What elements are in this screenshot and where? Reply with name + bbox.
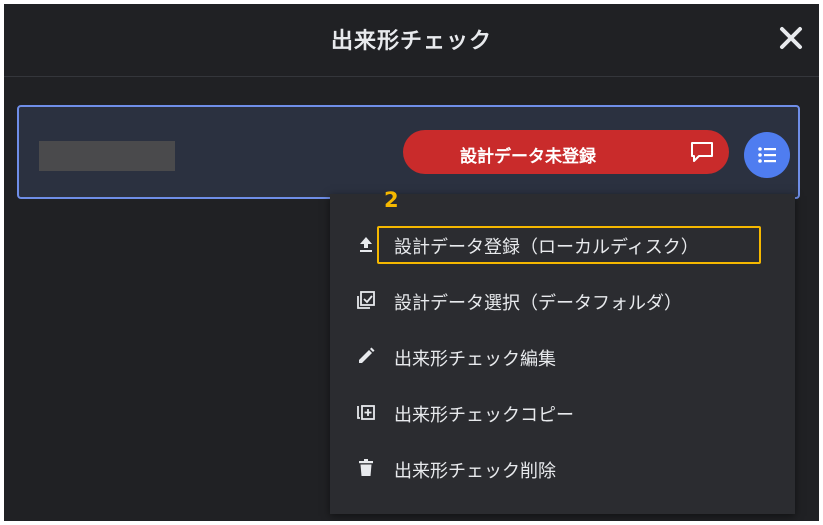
status-label: 設計データ未登録: [460, 147, 596, 167]
highlight-box: [377, 226, 761, 264]
list-icon: [758, 147, 776, 163]
step-number: 2: [384, 188, 399, 212]
select-checkbox-icon: [356, 290, 376, 310]
menu-item-label: 設計データ選択（データフォルダ）: [394, 293, 682, 314]
redacted-name: [39, 141, 175, 171]
menu-item-register-design-data[interactable]: 設計データ登録（ローカルディスク）: [330, 220, 795, 268]
pencil-icon: [356, 346, 376, 366]
comment-icon[interactable]: [689, 140, 715, 164]
dialog-header: 出来形チェック: [4, 4, 819, 77]
menu-item-select-design-data[interactable]: 設計データ選択（データフォルダ）: [330, 276, 795, 324]
menu-item-label: 出来形チェックコピー: [394, 405, 574, 426]
dialog-title: 出来形チェック: [330, 29, 492, 54]
menu-item-edit-check[interactable]: 出来形チェック編集: [330, 332, 795, 380]
close-icon[interactable]: [777, 24, 805, 52]
menu-item-copy-check[interactable]: 出来形チェックコピー: [330, 388, 795, 436]
copy-icon: [356, 402, 376, 422]
menu-button[interactable]: [744, 132, 790, 178]
status-badge[interactable]: 設計データ未登録: [403, 130, 729, 174]
trash-icon: [356, 458, 376, 478]
menu-item-delete-check[interactable]: 出来形チェック削除: [330, 444, 795, 492]
context-menu: 設計データ登録（ローカルディスク） 設計データ選択（データフォルダ） 出来形チェ…: [330, 194, 795, 514]
menu-item-label: 出来形チェック編集: [394, 349, 556, 370]
upload-icon: [356, 234, 376, 254]
check-card[interactable]: 設計データ未登録: [17, 105, 800, 199]
dialog: 出来形チェック 設計データ未登録 設計データ登録（ローカルディスク） 設計データ…: [4, 4, 819, 521]
menu-item-label: 出来形チェック削除: [394, 461, 556, 482]
